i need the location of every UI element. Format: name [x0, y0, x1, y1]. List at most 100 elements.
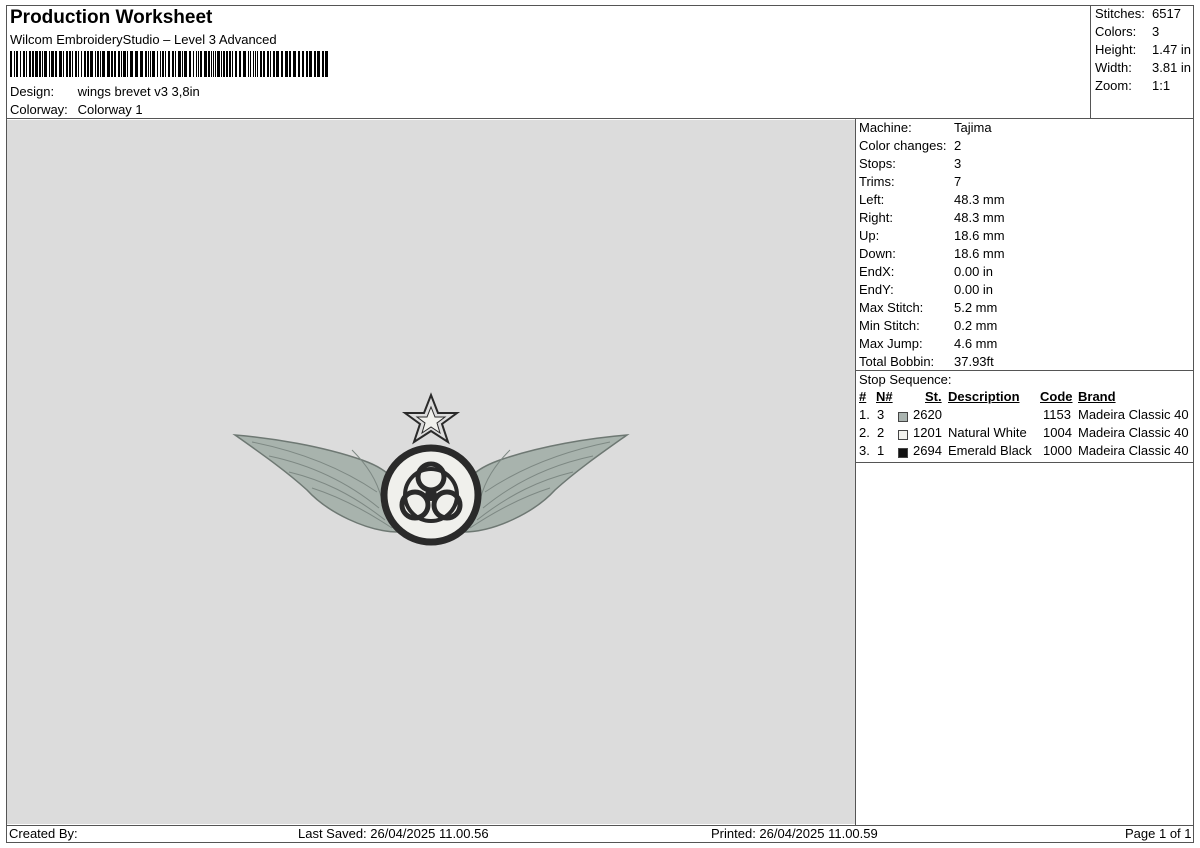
colorway-label: Colorway:: [10, 102, 68, 117]
machine-info: Machine: Tajima Color changes: 2 Stops: 3 T…: [859, 119, 1005, 371]
stop-brand: Madeira Classic 40: [1078, 407, 1189, 422]
summary-label: Stitches:: [1095, 6, 1145, 21]
stop-sequence-title: Stop Sequence:: [859, 372, 952, 387]
info-row: Min Stitch: 0.2 mm: [859, 317, 1005, 335]
stop-description: Emerald Black: [948, 443, 1032, 458]
info-value: 2: [954, 138, 962, 153]
summary-value: 1.47 in: [1152, 42, 1192, 57]
page-title: Production Worksheet: [10, 7, 213, 28]
info-label: Color changes:: [859, 138, 947, 153]
summary-label: Width:: [1095, 60, 1132, 75]
info-value: 48.3 mm: [954, 210, 1005, 225]
col-code: Code: [1040, 389, 1073, 404]
info-label: Min Stitch:: [859, 318, 920, 333]
stop-index: 3.: [859, 443, 870, 458]
stop-index: 2.: [859, 425, 870, 440]
info-row: Trims: 7: [859, 173, 1005, 191]
design-preview: [7, 120, 855, 824]
info-value: 0.00 in: [954, 282, 994, 297]
col-description: Description: [948, 389, 1020, 404]
info-value: 4.6 mm: [954, 336, 998, 351]
summary-stats: Stitches: 6517 Colors: 3 Height: 1.47 in Wi…: [1095, 5, 1191, 95]
info-label: Machine:: [859, 120, 912, 135]
star: [401, 392, 461, 445]
footer-divider: [6, 825, 1194, 826]
info-value: 18.6 mm: [954, 228, 1005, 243]
info-label: Total Bobbin:: [859, 354, 935, 369]
info-label: Up:: [859, 228, 880, 243]
design-label: Design:: [10, 84, 55, 99]
info-value: 37.93ft: [954, 354, 994, 369]
info-row: Max Jump: 4.6 mm: [859, 335, 1005, 353]
info-label: Trims:: [859, 174, 895, 189]
stop-code: 1004: [1043, 425, 1072, 440]
stop-description: Natural White: [948, 425, 1027, 440]
wings-brevet-design: [232, 392, 630, 546]
printed-date: Printed: 26/04/2025 11.00.59: [711, 826, 878, 841]
info-row: Color changes: 2: [859, 137, 1005, 155]
stop-needle: 2: [877, 425, 885, 440]
stop-needle: 3: [877, 407, 885, 422]
summary-value: 6517: [1152, 6, 1181, 21]
info-row: Left: 48.3 mm: [859, 191, 1005, 209]
info-row: Right: 48.3 mm: [859, 209, 1005, 227]
info-row: Max Stitch: 5.2 mm: [859, 299, 1005, 317]
header-divider: [6, 118, 1194, 119]
info-value: 0.2 mm: [954, 318, 998, 333]
info-row: Up: 18.6 mm: [859, 227, 1005, 245]
stop-stitches: 1201: [913, 425, 942, 440]
info-value: 7: [954, 174, 962, 189]
info-value: 3: [954, 156, 962, 171]
summary-divider: [1090, 5, 1091, 118]
col-num: #: [859, 389, 867, 404]
summary-row: Width: 3.81 in: [1095, 59, 1191, 77]
design-value: wings brevet v3 3,8in: [77, 84, 200, 99]
color-swatch: [898, 430, 908, 440]
info-label: Down:: [859, 246, 896, 261]
stop-stitches: 2620: [913, 407, 942, 422]
info-label: Max Jump:: [859, 336, 923, 351]
col-brand: Brand: [1078, 389, 1116, 404]
color-swatch: [898, 448, 908, 458]
info-row: Down: 18.6 mm: [859, 245, 1005, 263]
info-label: EndX:: [859, 264, 895, 279]
info-row: EndY: 0.00 in: [859, 281, 1005, 299]
design-row: Design: wings brevet v3 3,8in: [10, 84, 200, 99]
summary-label: Height:: [1095, 42, 1137, 57]
stop-code: 1153: [1043, 407, 1071, 422]
info-label: Max Stitch:: [859, 300, 924, 315]
info-value: 48.3 mm: [954, 192, 1005, 207]
barcode: [10, 51, 328, 77]
info-row: Stops: 3: [859, 155, 1005, 173]
info-value: 0.00 in: [954, 264, 994, 279]
summary-row: Height: 1.47 in: [1095, 41, 1191, 59]
info-label: EndY:: [859, 282, 894, 297]
stop-brand: Madeira Classic 40: [1078, 425, 1189, 440]
biohazard-emblem: [380, 444, 482, 546]
summary-value: 3.81 in: [1152, 60, 1192, 75]
info-value: 5.2 mm: [954, 300, 998, 315]
summary-value: 3: [1152, 24, 1160, 39]
stop-needle: 1: [877, 443, 885, 458]
col-st: St.: [925, 389, 942, 404]
stop-brand: Madeira Classic 40: [1078, 443, 1189, 458]
info-label: Left:: [859, 192, 885, 207]
stop-index: 1.: [859, 407, 870, 422]
software-name: Wilcom EmbroideryStudio – Level 3 Advanc…: [10, 32, 277, 47]
colorway-row: Colorway: Colorway 1: [10, 102, 143, 117]
page-number: Page 1 of 1: [1125, 826, 1192, 841]
summary-label: Zoom:: [1095, 78, 1132, 93]
last-saved: Last Saved: 26/04/2025 11.00.56: [298, 826, 489, 841]
summary-row: Stitches: 6517: [1095, 5, 1191, 23]
info-label: Stops:: [859, 156, 896, 171]
info-label: Right:: [859, 210, 893, 225]
col-n: N#: [876, 389, 893, 404]
colorway-value: Colorway 1: [77, 102, 143, 117]
info-value: 18.6 mm: [954, 246, 1005, 261]
left-wing: [232, 434, 400, 533]
stop-code: 1000: [1043, 443, 1072, 458]
created-by: Created By:: [9, 826, 78, 841]
right-wing: [462, 434, 630, 533]
info-row: EndX: 0.00 in: [859, 263, 1005, 281]
info-row: Total Bobbin: 37.93ft: [859, 353, 1005, 371]
